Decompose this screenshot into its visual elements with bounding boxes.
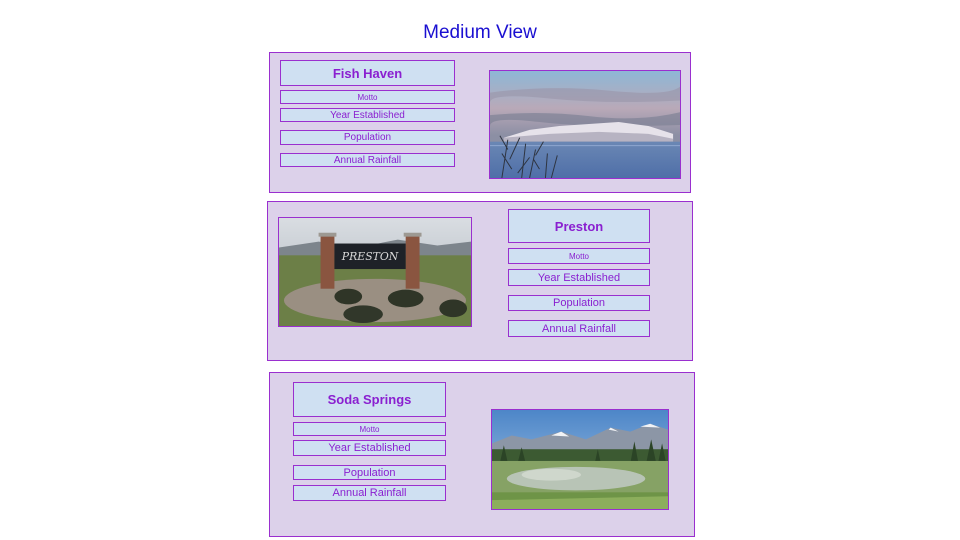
motto-field: Motto: [280, 90, 455, 104]
motto-field: Motto: [293, 422, 446, 436]
annual-rainfall-field: Annual Rainfall: [508, 320, 650, 337]
population-field: Population: [280, 130, 455, 145]
population-field: Population: [508, 295, 650, 311]
annual-rainfall-field: Annual Rainfall: [293, 485, 446, 501]
town-name: Soda Springs: [293, 382, 446, 417]
motto-field: Motto: [508, 248, 650, 264]
population-field: Population: [293, 465, 446, 480]
sign-text: PRESTON: [341, 250, 399, 263]
page-title: Medium View: [423, 22, 537, 43]
year-established-field: Year Established: [293, 440, 446, 456]
town-name: Fish Haven: [280, 60, 455, 86]
town-card-soda-springs: Soda Springs Motto Year Established Popu…: [269, 372, 695, 537]
preston-sign-photo: PRESTON: [278, 217, 472, 327]
town-card-fish-haven: Fish Haven Motto Year Established Popula…: [269, 52, 691, 193]
year-established-field: Year Established: [280, 108, 455, 122]
meadow-mountain-photo: [491, 409, 669, 510]
town-name: Preston: [508, 209, 650, 243]
annual-rainfall-field: Annual Rainfall: [280, 153, 455, 167]
town-card-preston: PRESTON Preston Motto Year Established P…: [267, 201, 693, 361]
lake-mountain-photo: [489, 70, 681, 179]
year-established-field: Year Established: [508, 269, 650, 286]
